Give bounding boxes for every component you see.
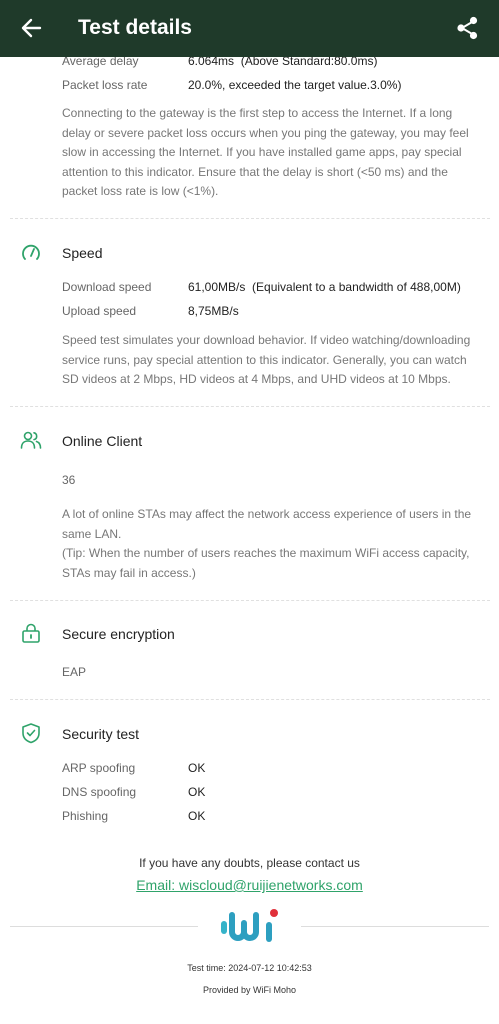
upload-speed-row: Upload speed 8,75MB/s bbox=[62, 303, 239, 319]
online-client-description: A lot of online STAs may affect the netw… bbox=[62, 505, 482, 583]
packet-loss-row: Packet loss rate 20.0%, exceeded the targ… bbox=[62, 77, 401, 93]
section-title-online-client: Online Client bbox=[62, 433, 143, 449]
provided-by: Provided by WiFi Moho bbox=[202, 985, 297, 995]
arp-spoofing-row: ARP spoofing OK bbox=[62, 760, 205, 776]
arrow-left-icon[interactable] bbox=[16, 12, 48, 44]
row-label: Download speed bbox=[62, 280, 152, 294]
row-value: 8,75MB/s bbox=[188, 304, 239, 318]
row-label: Packet loss rate bbox=[62, 78, 148, 92]
row-value: OK bbox=[188, 761, 206, 775]
app-header: Test details bbox=[0, 0, 499, 57]
online-client-count: 36 bbox=[62, 473, 76, 487]
speedometer-icon bbox=[22, 244, 40, 260]
email-link-text[interactable]: Email: wiscloud@ruijienetworks.com bbox=[136, 877, 363, 893]
divider bbox=[10, 600, 490, 601]
divider bbox=[10, 699, 490, 700]
shield-check-icon bbox=[22, 723, 40, 744]
gateway-description: Connecting to the gateway is the first s… bbox=[62, 106, 469, 198]
users-icon bbox=[20, 431, 42, 449]
description-tip: (Tip: When the number of users reaches t… bbox=[62, 546, 470, 580]
phishing-row: Phishing OK bbox=[62, 808, 205, 824]
test-time: Test time: 2024-07-12 10:42:53 bbox=[187, 963, 312, 973]
row-label: DNS spoofing bbox=[62, 785, 137, 799]
download-speed-row: Download speed 61,00MB/s (Equivalent to a… bbox=[62, 279, 461, 295]
row-value: OK bbox=[188, 809, 206, 823]
row-value: 61,00MB/s (Equivalent to a bandwidth of … bbox=[188, 280, 461, 294]
share-icon[interactable] bbox=[451, 12, 483, 44]
scroll-content[interactable]: Average delay 6.064ms (Above Standard:80.… bbox=[0, 0, 499, 1024]
section-title-speed: Speed bbox=[62, 245, 103, 261]
lock-icon bbox=[22, 623, 40, 643]
footer-divider-left bbox=[10, 926, 198, 927]
row-label: Upload speed bbox=[62, 304, 137, 318]
description-line: A lot of online STAs may affect the netw… bbox=[62, 507, 472, 541]
row-value: OK bbox=[188, 785, 206, 799]
dns-spoofing-row: DNS spoofing OK bbox=[62, 784, 205, 800]
section-title-encryption: Secure encryption bbox=[62, 626, 175, 642]
footer-divider-right bbox=[301, 926, 489, 927]
page-title: Test details bbox=[78, 16, 192, 39]
encryption-value: EAP bbox=[62, 665, 87, 679]
divider bbox=[10, 406, 490, 407]
wifi-moho-logo: Wi bbox=[221, 909, 278, 942]
divider bbox=[10, 218, 490, 219]
row-value: 20.0%, exceeded the target value.3.0%) bbox=[188, 78, 402, 92]
email-link[interactable]: Email: wiscloud@ruijienetworks.com bbox=[0, 876, 499, 894]
speed-description: Speed test simulates your download behav… bbox=[62, 333, 471, 386]
row-label: ARP spoofing bbox=[62, 761, 136, 775]
row-label: Phishing bbox=[62, 809, 109, 823]
contact-text: If you have any doubts, please contact u… bbox=[139, 856, 360, 870]
section-title-security: Security test bbox=[62, 726, 140, 742]
